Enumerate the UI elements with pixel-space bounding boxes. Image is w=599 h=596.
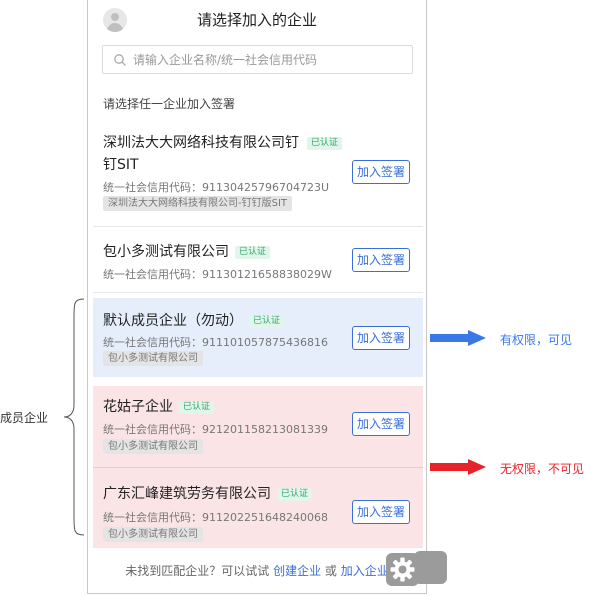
company-name: 深圳法大大网络科技有限公司钉 钉SIT [103, 135, 299, 173]
credit-code: 统一社会信用代码：91130121658838029W [103, 268, 332, 281]
search-box[interactable] [102, 45, 413, 74]
hidden-note: 无权限，不可见 [500, 462, 585, 476]
arrow-right-icon [430, 459, 486, 475]
join-sign-button[interactable]: 加入签署 [352, 412, 410, 436]
company-card-hidden[interactable]: 广东汇峰建筑劳务有限公司 已认证 统一社会信用代码：911202251648240… [93, 468, 423, 548]
credit-code: 统一社会信用代码：911101057875436816 [103, 336, 328, 349]
visible-note: 有权限，可见 [500, 333, 573, 347]
verified-badge: 已认证 [277, 488, 313, 501]
verified-badge: 已认证 [307, 137, 343, 150]
company-card[interactable]: 深圳法大大网络科技有限公司钉 钉SIT 已认证 统一社会信用代码：9113042… [93, 124, 423, 227]
company-card-hidden[interactable]: 花姑子企业 已认证 统一社会信用代码：921201158213081339 包小多… [93, 386, 423, 468]
company-name: 默认成员企业（勿动） 已认证 [103, 310, 285, 332]
verified-badge: 已认证 [249, 315, 285, 328]
credit-code: 统一社会信用代码：921201158213081339 [103, 423, 328, 436]
create-company-link[interactable]: 创建企业 [273, 564, 321, 578]
phone-frame: 请选择加入的企业 请选择任一企业加入签署 深圳法大大网络科技有限公司钉 钉SIT… [87, 0, 447, 594]
instruction-text: 请选择任一企业加入签署 [103, 97, 236, 111]
search-icon [114, 54, 126, 66]
verified-badge: 已认证 [179, 401, 215, 414]
footer-hint: 未找到匹配企业？可以试试 创建企业 或 加入企业 [88, 562, 426, 579]
page-title: 请选择加入的企业 [196, 11, 317, 29]
company-card[interactable]: 包小多测试有限公司 已认证 统一社会信用代码：91130121658838029W… [93, 227, 423, 293]
verified-badge: 已认证 [235, 246, 271, 259]
company-tag: 深圳法大大网络科技有限公司-钉钉版SIT [103, 196, 293, 211]
company-card-visible[interactable]: 默认成员企业（勿动） 已认证 统一社会信用代码：91110105787543681… [93, 298, 423, 377]
credit-code: 统一社会信用代码：91130425796704723U [103, 181, 330, 194]
footer-or: 或 [324, 564, 337, 578]
join-sign-button[interactable]: 加入签署 [352, 160, 410, 184]
company-name: 花姑子企业 已认证 [103, 396, 215, 418]
header: 请选择加入的企业 [88, 0, 426, 38]
company-tag: 包小多测试有限公司 [103, 527, 203, 542]
company-name: 包小多测试有限公司 已认证 [103, 241, 271, 263]
join-sign-button[interactable]: 加入签署 [352, 500, 410, 524]
gear-icon[interactable] [386, 553, 419, 586]
join-sign-button[interactable]: 加入签署 [352, 248, 410, 272]
company-name: 广东汇峰建筑劳务有限公司 已认证 [103, 483, 313, 505]
footer-text: 未找到匹配企业？可以试试 [125, 564, 270, 578]
credit-code: 统一社会信用代码：911202251648240068 [103, 511, 328, 524]
join-sign-button[interactable]: 加入签署 [352, 326, 410, 350]
member-bracket [63, 298, 85, 536]
member-label: 成员企业 [0, 411, 49, 425]
search-input[interactable] [133, 50, 403, 70]
company-tag: 包小多测试有限公司 [103, 439, 203, 454]
company-tag: 包小多测试有限公司 [103, 351, 203, 366]
join-company-link[interactable]: 加入企业 [341, 564, 389, 578]
arrow-right-icon [430, 330, 486, 346]
